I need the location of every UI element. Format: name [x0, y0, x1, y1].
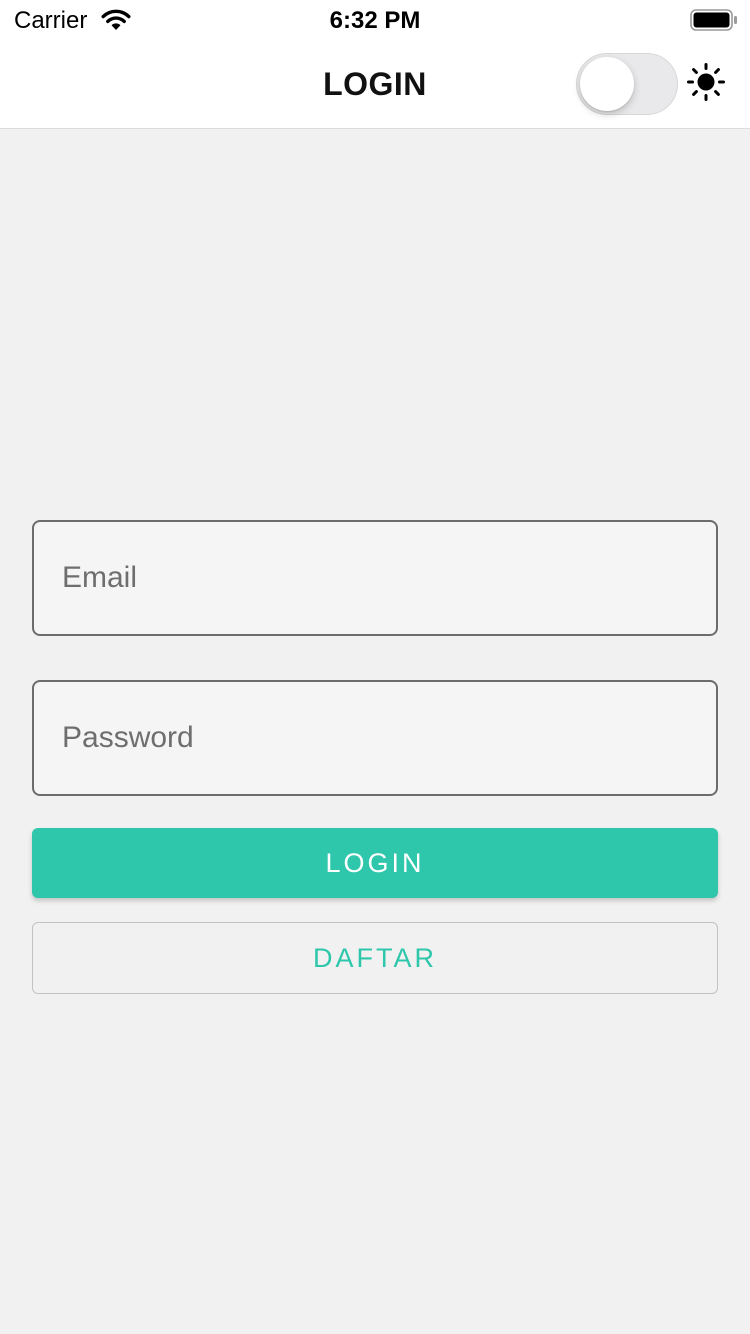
- status-time: 6:32 PM: [329, 7, 421, 34]
- password-input[interactable]: [34, 682, 716, 794]
- nav-bar: LOGIN: [0, 40, 750, 129]
- theme-toggle[interactable]: [576, 53, 678, 115]
- toggle-knob: [580, 57, 634, 111]
- battery-icon: [690, 9, 738, 36]
- email-input[interactable]: [34, 522, 716, 634]
- email-field[interactable]: [32, 520, 718, 636]
- status-bar: Carrier 6:32 PM: [0, 0, 750, 40]
- password-field[interactable]: [32, 680, 718, 796]
- sun-icon[interactable]: [686, 62, 726, 107]
- login-button[interactable]: LOGIN: [32, 828, 718, 898]
- register-button[interactable]: DAFTAR: [32, 922, 718, 994]
